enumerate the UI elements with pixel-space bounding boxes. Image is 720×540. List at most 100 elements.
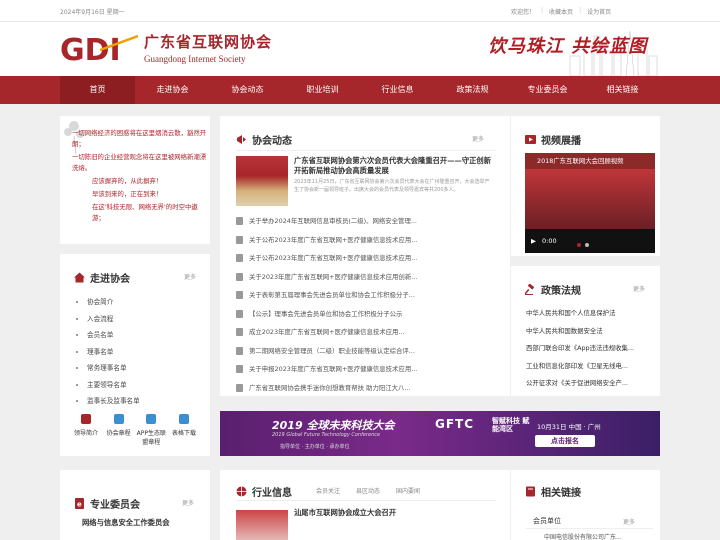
quick-link-app-charter[interactable]: APP生态联盟章程 xyxy=(135,414,167,446)
list-item[interactable]: 西部门联合印发《App违法违规收集... xyxy=(526,340,651,358)
conference-ad-banner[interactable]: 2019 全球未来科技大会 2019 Global Future Technol… xyxy=(220,411,660,456)
list-item[interactable]: 中华人民共和国个人信息保护法 xyxy=(526,305,651,323)
links-section: 相关链接 会员单位 更多 中国电信股份有限公司广东... xyxy=(511,470,660,540)
carousel-dot-active[interactable] xyxy=(577,243,581,247)
list-item[interactable]: 监事长及监事名单 xyxy=(76,393,140,410)
news-item-title[interactable]: 关于公布2023年度广东省互联网+医疗健康信息技术应用... xyxy=(249,231,417,250)
tab-member-focus[interactable]: 会员关注 xyxy=(316,486,340,495)
committee-item[interactable]: 网络与信息安全工作委员会 xyxy=(82,518,170,528)
list-item[interactable]: 工业和信息化部印发《卫星无线电... xyxy=(526,358,651,376)
main-nav: 首页 走进协会 协会动态 职业培训 行业信息 政策法规 专业委员会 相关链接 xyxy=(0,76,720,104)
nav-training[interactable]: 职业培训 xyxy=(285,76,360,104)
ad-tag: 智赋科技 赋能湾区 xyxy=(492,417,530,433)
news-section: 协会动态 更多 广东省互联网协会第六次会员代表大会隆重召开——守正创新开拓新局推… xyxy=(220,116,510,396)
divider xyxy=(236,150,496,151)
tab-domestic-news[interactable]: 国内要闻 xyxy=(396,486,420,495)
document-icon xyxy=(236,383,243,392)
news-item-title[interactable]: 关于表彰第五届理事会先进会员单位和协会工作积极分子... xyxy=(249,286,415,305)
document-icon xyxy=(236,235,243,244)
list-item[interactable]: 关于2023年度广东省互联网+医疗健康信息技术应用创新... xyxy=(236,268,496,287)
site-header: GDI 广东省互联网协会 Guangdong Internet Society … xyxy=(0,22,720,76)
news-title-text: 协会动态 xyxy=(252,136,292,147)
nav-home[interactable]: 首页 xyxy=(60,76,135,104)
news-item-title[interactable]: 关于公布2023年度广东省互联网+医疗健康信息技术应用... xyxy=(249,249,417,268)
news-item-title[interactable]: 【公示】理事会先进会员单位和协会工作积极分子公示 xyxy=(249,305,402,324)
featured-news-title[interactable]: 广东省互联网协会第六次会员代表大会隆重召开——守正创新开拓新局推动协会高质量发展 xyxy=(294,156,494,176)
about-title: 走进协会 xyxy=(74,270,130,285)
person-icon xyxy=(81,414,91,424)
list-item[interactable]: 公开征求对《关于促进网络安全产... xyxy=(526,375,651,393)
news-item-title[interactable]: 关于举办2024年互联网信息审核员(二级)、网络安全管理... xyxy=(249,212,417,231)
nav-policy[interactable]: 政策法规 xyxy=(435,76,510,104)
download-icon xyxy=(178,414,189,424)
list-item[interactable]: 中华人民共和国数据安全法 xyxy=(526,323,651,341)
link-item[interactable]: 中国电信股份有限公司广东... xyxy=(544,532,622,540)
featured-news[interactable]: 广东省互联网协会第六次会员代表大会隆重召开——守正创新开拓新局推动协会高质量发展… xyxy=(236,156,496,206)
nav-news[interactable]: 协会动态 xyxy=(210,76,285,104)
list-item[interactable]: 关于表彰第五届理事会先进会员单位和协会工作积极分子... xyxy=(236,286,496,305)
news-item-title[interactable]: 关于2023年度广东省互联网+医疗健康信息技术应用创新... xyxy=(249,268,417,287)
quick-link-leaders[interactable]: 领导简介 xyxy=(70,414,102,446)
book-icon xyxy=(526,486,535,497)
news-item-title[interactable]: 第二期网络安全管理员（二级）职业技能等级认定综合评... xyxy=(249,342,415,361)
news-item-title[interactable]: 关于申报2023年度广东省互联网+医疗健康信息技术应用... xyxy=(249,360,417,379)
list-item[interactable]: 关于公布2023年度广东省互联网+医疗健康信息技术应用... xyxy=(236,249,496,268)
document-icon xyxy=(236,217,243,226)
about-section: 走进协会 更多 协会简介 入会流程 会员名单 理事名单 常务理事名单 主要领导名… xyxy=(60,254,210,456)
list-item[interactable]: 【公示】理事会先进会员单位和协会工作积极分子公示 xyxy=(236,305,496,324)
video-player[interactable]: 2018广东互联网大会回顾视频 ▶ 0:00 xyxy=(525,153,655,253)
nav-links[interactable]: 相关链接 xyxy=(585,76,660,104)
video-section: 视频展播 2018广东互联网大会回顾视频 ▶ 0:00 xyxy=(511,116,660,256)
site-logo[interactable]: GDI 广东省互联网协会 Guangdong Internet Society xyxy=(60,30,272,65)
document-icon xyxy=(236,291,243,300)
quick-link-label: 协会章程 xyxy=(106,430,131,437)
play-icon[interactable]: ▶ xyxy=(531,237,536,245)
ad-title: 2019 全球未来科技大会 xyxy=(272,419,395,432)
industry-title-text: 行业信息 xyxy=(252,488,292,499)
svg-text:GDI: GDI xyxy=(60,33,121,64)
about-more-link[interactable]: 更多 xyxy=(184,272,196,281)
quick-link-charter[interactable]: 协会章程 xyxy=(103,414,135,446)
featured-news-image[interactable] xyxy=(236,156,288,206)
top-bar: 2024年9月16日 星期一 欢迎您！ | 收藏本页 | 设为首页 xyxy=(0,0,720,22)
video-icon xyxy=(525,135,536,144)
policy-more-link[interactable]: 更多 xyxy=(633,284,645,293)
news-more-link[interactable]: 更多 xyxy=(472,134,484,143)
nav-committee[interactable]: 专业委员会 xyxy=(510,76,585,104)
poem-banner: 一切网络经济的困惑将在这里烟消云散，豁然开朗； 一切陈旧的企业经营观念将在这里被… xyxy=(60,116,210,244)
tab-county-news[interactable]: 县区动态 xyxy=(356,486,380,495)
news-list: 关于举办2024年互联网信息审核员(二级)、网络安全管理... 关于公布2023… xyxy=(236,212,496,397)
list-item[interactable]: 第二期网络安全管理员（二级）职业技能等级认定综合评... xyxy=(236,342,496,361)
video-time: 0:00 xyxy=(542,237,557,245)
list-item[interactable]: 协会简介 xyxy=(76,294,140,311)
committee-more-link[interactable]: 更多 xyxy=(182,498,194,507)
links-more-link[interactable]: 更多 xyxy=(623,517,635,526)
news-item-title[interactable]: 成立2023年度广东省互联网+医疗健康信息技术应用... xyxy=(249,323,405,342)
megaphone-icon xyxy=(237,135,246,144)
quick-link-downloads[interactable]: 表格下载 xyxy=(168,414,200,446)
list-item[interactable]: 入会流程 xyxy=(76,311,140,328)
video-thumbnail[interactable] xyxy=(525,169,655,229)
register-button[interactable]: 点击报名 xyxy=(535,435,595,447)
list-item[interactable]: 关于申报2023年度广东省互联网+医疗健康信息技术应用... xyxy=(236,360,496,379)
nav-industry[interactable]: 行业信息 xyxy=(360,76,435,104)
industry-news-image[interactable] xyxy=(236,510,288,540)
list-item[interactable]: 关于举办2024年互联网信息审核员(二级)、网络安全管理... xyxy=(236,212,496,231)
list-item[interactable]: 关于公布2023年度广东省互联网+医疗健康信息技术应用... xyxy=(236,231,496,250)
list-item[interactable]: 理事名单 xyxy=(76,344,140,361)
list-item[interactable]: 常务理事名单 xyxy=(76,360,140,377)
app-icon xyxy=(146,414,157,424)
list-item[interactable]: 广东省互联网协会携手迷你创想教育帮扶 助力阳江大八... xyxy=(236,379,496,398)
site-name-en: Guangdong Internet Society xyxy=(144,53,246,64)
carousel-dot[interactable] xyxy=(585,243,589,247)
list-item[interactable]: 主要领导名单 xyxy=(76,377,140,394)
list-item[interactable]: 会员名单 xyxy=(76,327,140,344)
industry-news-title[interactable]: 汕尾市互联网协会成立大会召开 xyxy=(294,508,396,518)
quick-link-label: 领导简介 xyxy=(73,430,98,437)
list-item[interactable]: 成立2023年度广东省互联网+医疗健康信息技术应用... xyxy=(236,323,496,342)
ad-organizers: 指导单位 · 主办单位 · 承办单位 xyxy=(280,444,350,450)
badge-icon: e xyxy=(75,498,84,509)
news-item-title[interactable]: 广东省互联网协会携手迷你创想教育帮扶 助力阳江大八... xyxy=(249,379,411,398)
nav-about[interactable]: 走进协会 xyxy=(135,76,210,104)
member-units-label[interactable]: 会员单位 xyxy=(533,516,561,526)
